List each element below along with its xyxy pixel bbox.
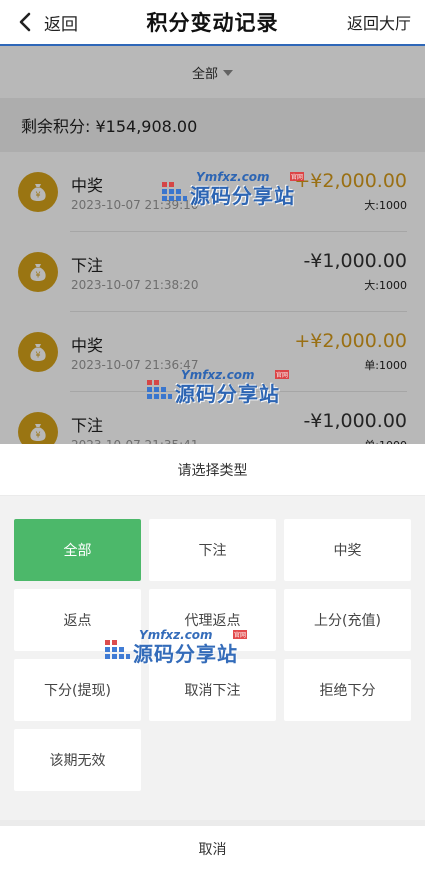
type-option-button[interactable]: 拒绝下分 (284, 659, 411, 721)
type-option-button[interactable]: 全部 (14, 519, 141, 581)
back-label: 返回 (44, 14, 78, 35)
watermark-text: 源码分享站 (190, 184, 295, 208)
watermark-logo: Ymfxz.com 官网 源码分享站 (103, 628, 253, 668)
watermark-text: 源码分享站 (175, 382, 280, 406)
back-button[interactable]: 返回 (18, 10, 78, 35)
watermark-text: 源码分享站 (133, 642, 238, 666)
cancel-button[interactable]: 取消 (0, 820, 425, 872)
sheet-title: 请选择类型 (0, 444, 425, 496)
type-option-button[interactable]: 下分(提现) (14, 659, 141, 721)
type-option-button[interactable]: 中奖 (284, 519, 411, 581)
type-option-button[interactable]: 下注 (149, 519, 276, 581)
watermark-grid-icon (105, 640, 130, 659)
type-option-button[interactable]: 该期无效 (14, 729, 141, 791)
chevron-left-icon (19, 12, 31, 32)
app-header: 返回 积分变动记录 返回大厅 (0, 0, 425, 46)
watermark-grid-icon (162, 182, 187, 201)
type-option-button[interactable]: 取消下注 (149, 659, 276, 721)
watermark-logo: Ymfxz.com 官网 源码分享站 (160, 170, 310, 210)
return-lobby-button[interactable]: 返回大厅 (347, 10, 411, 34)
page-title: 积分变动记录 (146, 11, 279, 35)
watermark-grid-icon (147, 380, 172, 399)
watermark-logo: Ymfxz.com 官网 源码分享站 (145, 368, 295, 408)
type-option-button[interactable]: 上分(充值) (284, 589, 411, 651)
